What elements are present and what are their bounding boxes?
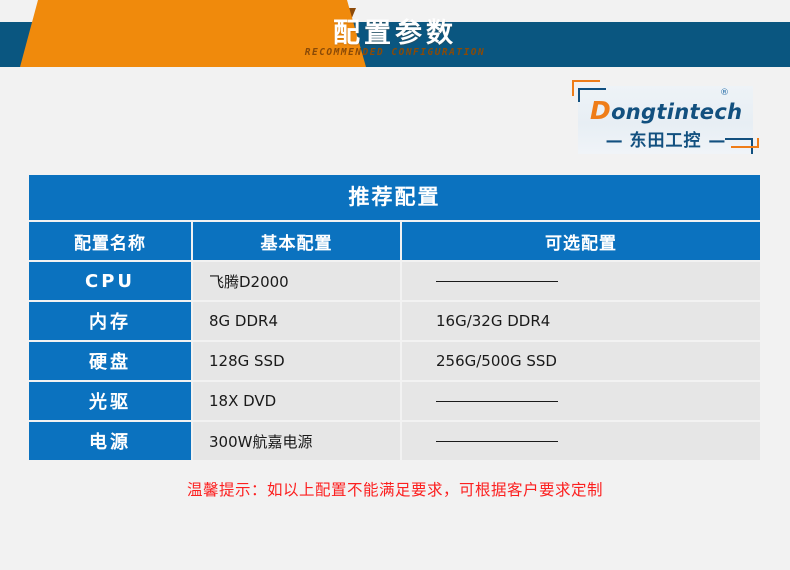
row-optional-cpu bbox=[402, 262, 760, 300]
table-row: 光驱 18X DVD bbox=[29, 382, 760, 420]
table-header-name: 配置名称 bbox=[29, 222, 191, 260]
banner-subtitle: RECOMMENDED CONFIGURATION bbox=[304, 47, 486, 58]
row-basic-memory: 8G DDR4 bbox=[193, 302, 400, 340]
table-row: CPU 飞腾D2000 bbox=[29, 262, 760, 300]
row-label-power: 电源 bbox=[29, 422, 191, 460]
logo-wordmark: Dongtintech bbox=[590, 96, 742, 125]
page-banner: 配置参数 RECOMMENDED CONFIGURATION bbox=[0, 0, 790, 70]
table-row: 硬盘 128G SSD 256G/500G SSD bbox=[29, 342, 760, 380]
placeholder-dash-icon bbox=[436, 400, 558, 402]
banner-title: 配置参数 bbox=[333, 18, 457, 49]
row-label-memory: 内存 bbox=[29, 302, 191, 340]
table-header-row: 配置名称 基本配置 可选配置 bbox=[29, 222, 760, 260]
logo-chinese-text: 东田工控 bbox=[629, 131, 702, 151]
placeholder-dash-icon bbox=[436, 280, 558, 282]
row-optional-memory: 16G/32G DDR4 bbox=[402, 302, 760, 340]
table-header-basic: 基本配置 bbox=[193, 222, 400, 260]
row-label-optical: 光驱 bbox=[29, 382, 191, 420]
row-basic-disk: 128G SSD bbox=[193, 342, 400, 380]
logo-dash-left: — bbox=[605, 131, 623, 151]
table-title: 推荐配置 bbox=[29, 175, 760, 220]
row-optional-disk: 256G/500G SSD bbox=[402, 342, 760, 380]
table-row: 电源 300W航嘉电源 bbox=[29, 422, 760, 460]
row-basic-cpu: 飞腾D2000 bbox=[193, 262, 400, 300]
logo-dash-right: — bbox=[708, 131, 726, 151]
registered-trademark-icon: ® bbox=[720, 88, 729, 98]
row-label-disk: 硬盘 bbox=[29, 342, 191, 380]
table-header-optional: 可选配置 bbox=[402, 222, 760, 260]
logo-chinese-name: — 东田工控 — bbox=[568, 126, 763, 151]
table-row: 内存 8G DDR4 16G/32G DDR4 bbox=[29, 302, 760, 340]
config-table: 推荐配置 配置名称 基本配置 可选配置 CPU 飞腾D2000 内存 8G DD… bbox=[29, 175, 760, 460]
logo-initial: D bbox=[590, 96, 612, 125]
row-basic-optical: 18X DVD bbox=[193, 382, 400, 420]
row-optional-power bbox=[402, 422, 760, 460]
row-optional-optical bbox=[402, 382, 760, 420]
row-basic-power: 300W航嘉电源 bbox=[193, 422, 400, 460]
footer-note: 温馨提示：如以上配置不能满足要求，可根据客户要求定制 bbox=[186, 481, 603, 499]
row-label-cpu: CPU bbox=[29, 262, 191, 300]
placeholder-dash-icon bbox=[436, 440, 558, 442]
logo-wordmark-rest: ongtintech bbox=[611, 100, 743, 124]
company-logo: Dongtintech ® — 东田工控 — bbox=[568, 74, 763, 166]
